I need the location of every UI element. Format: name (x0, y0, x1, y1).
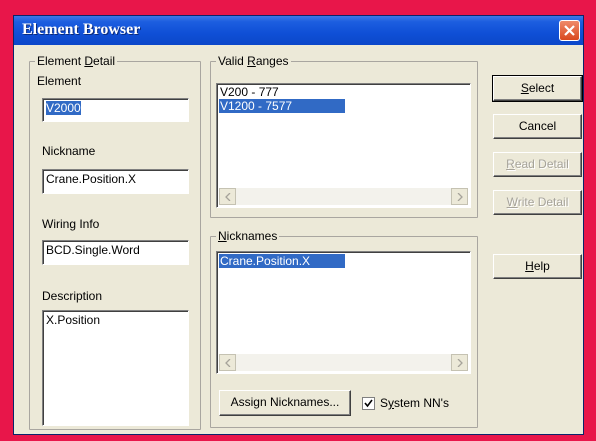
cancel-button[interactable]: Cancel (493, 114, 582, 139)
nicknames-list[interactable]: Crane.Position.X (216, 251, 471, 374)
scroll-right-button[interactable] (451, 354, 468, 371)
nickname-label: Nickname (42, 144, 96, 158)
select-button[interactable]: Select (492, 75, 583, 102)
read-detail-button[interactable]: Read Detail (493, 152, 582, 177)
valid-ranges-list[interactable]: V200 - 777 V1200 - 7577 (216, 83, 471, 208)
system-nn-checkbox[interactable] (362, 397, 375, 410)
system-nn-label[interactable]: System NN's (380, 396, 449, 410)
list-item[interactable]: V200 - 777 (219, 85, 280, 99)
nickname-value: Crane.Position.X (46, 172, 137, 186)
element-value: V2000 (46, 101, 81, 115)
wiring-info-label: Wiring Info (42, 217, 100, 231)
chevron-right-icon (457, 359, 463, 367)
valid-ranges-legend: Valid Ranges (218, 54, 289, 68)
checkmark-icon (364, 399, 373, 408)
close-icon (564, 25, 575, 36)
nicknames-legend: Nicknames (218, 229, 278, 243)
write-detail-button[interactable]: Write Detail (493, 190, 582, 215)
chevron-left-icon (225, 359, 231, 367)
valid-ranges-scrollbar[interactable] (219, 188, 468, 205)
close-button[interactable] (559, 20, 580, 41)
wiring-info-value: BCD.Single.Word (46, 243, 140, 257)
nicknames-scrollbar[interactable] (219, 354, 468, 371)
nickname-field[interactable]: Crane.Position.X (42, 169, 189, 194)
wiring-info-field[interactable]: BCD.Single.Word (42, 240, 189, 265)
element-field[interactable]: V2000 (42, 98, 189, 122)
element-browser-window: Element Browser Element Detail Element V… (13, 15, 584, 435)
description-label: Description (42, 289, 103, 303)
description-value: X.Position (46, 313, 101, 327)
assign-nicknames-button[interactable]: Assign Nicknames... (219, 390, 351, 416)
chevron-left-icon (225, 193, 231, 201)
help-button[interactable]: Help (493, 254, 582, 279)
scroll-left-button[interactable] (219, 188, 236, 205)
window-title: Element Browser (22, 21, 141, 38)
list-item[interactable]: Crane.Position.X (219, 254, 345, 268)
title-bar[interactable]: Element Browser (14, 16, 583, 45)
element-detail-legend: Element Detail (37, 54, 116, 68)
description-field[interactable]: X.Position (42, 310, 189, 426)
element-label: Element (37, 74, 82, 88)
scroll-right-button[interactable] (451, 188, 468, 205)
scroll-left-button[interactable] (219, 354, 236, 371)
list-item[interactable]: V1200 - 7577 (219, 99, 345, 113)
chevron-right-icon (457, 193, 463, 201)
